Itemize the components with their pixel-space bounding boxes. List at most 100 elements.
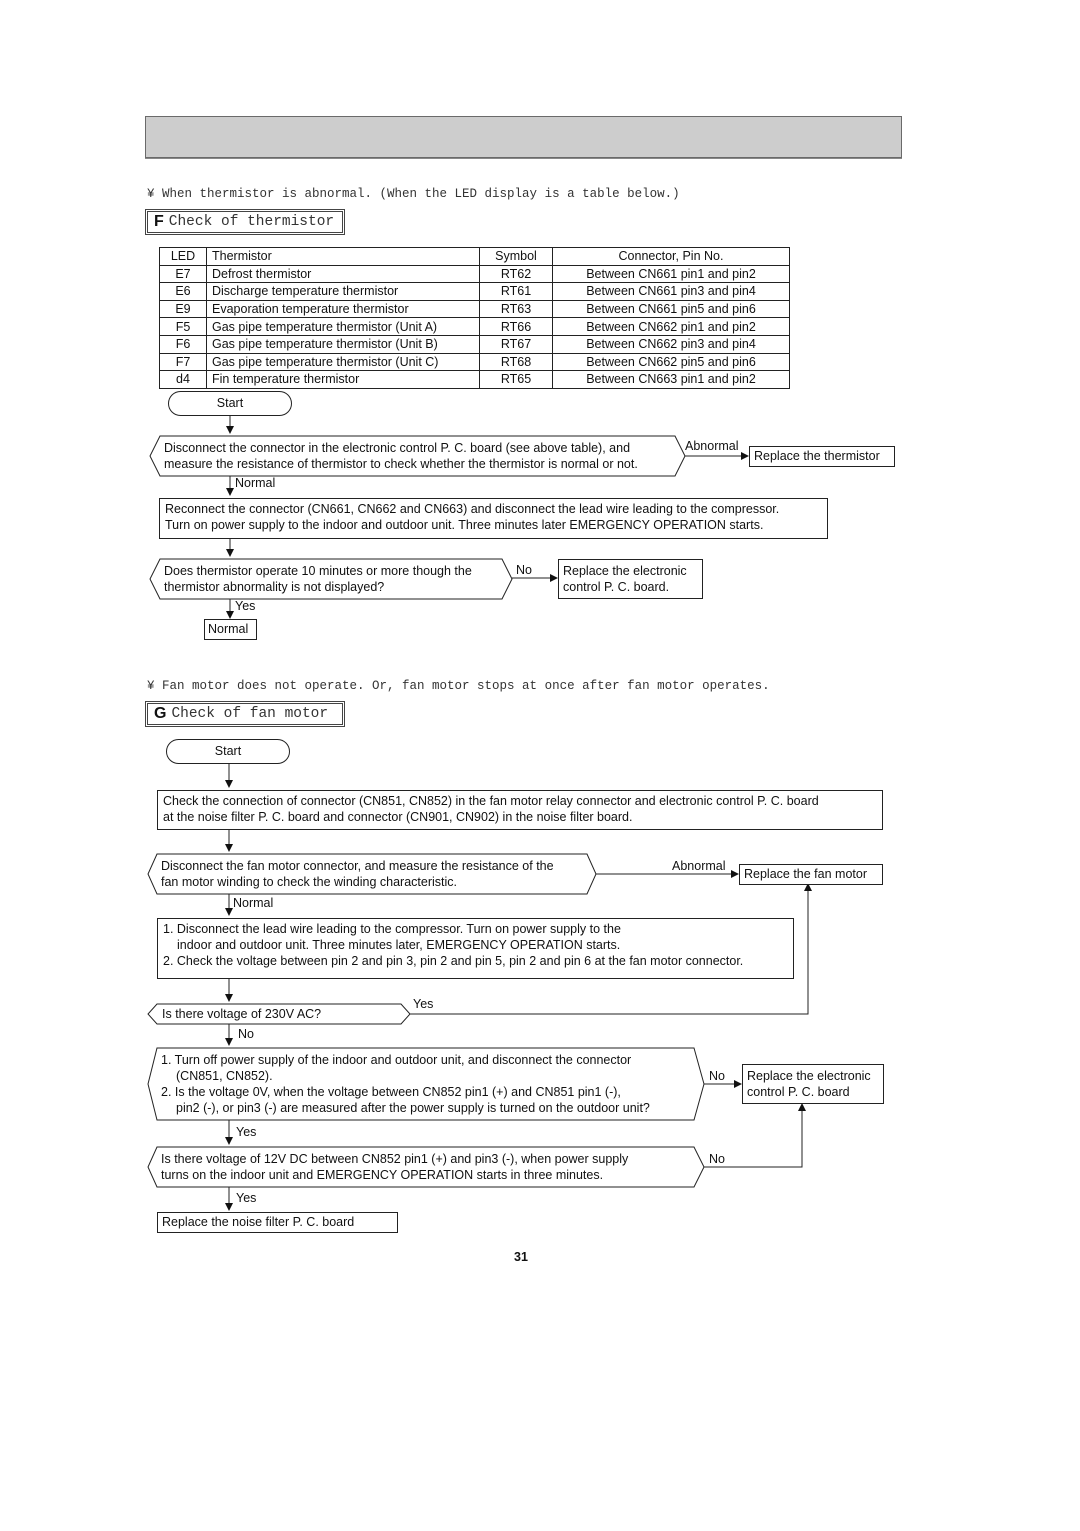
decision-f1-line2: measure the resistance of thermistor to … [164, 457, 638, 471]
cell-thermistor: Gas pipe temperature thermistor (Unit A) [206, 317, 480, 336]
reconnect-step-line1: Reconnect the connector (CN661, CN662 an… [165, 502, 780, 516]
decision-g3-text: 1. Turn off power supply of the indoor a… [161, 1052, 650, 1116]
table-header-row: LED Thermistor Symbol Connector, Pin No. [159, 247, 790, 266]
cell-connector: Between CN662 pin1 and pin2 [552, 317, 790, 336]
cell-connector: Between CN662 pin3 and pin4 [552, 335, 790, 354]
yes-label-g3: Yes [236, 1191, 257, 1205]
check-connection-line1: Check the connection of connector (CN851… [163, 794, 819, 808]
no-label-f: No [516, 563, 532, 577]
replace-board-box-g: Replace the electronic control P. C. boa… [742, 1064, 884, 1104]
replace-board-f-line1: Replace the electronic [563, 564, 687, 578]
table-row: E9 Evaporation temperature thermistor RT… [159, 300, 790, 318]
cell-led: d4 [159, 370, 207, 389]
reconnect-step-line2: Turn on power supply to the indoor and o… [165, 518, 764, 532]
cell-led: E7 [159, 265, 207, 283]
thermistor-table: LED Thermistor Symbol Connector, Pin No.… [159, 247, 790, 389]
start-terminal-f: Start [168, 391, 292, 416]
cell-thermistor: Defrost thermistor [206, 265, 480, 283]
abnormal-label-f: Abnormal [685, 439, 739, 453]
cell-led: F7 [159, 353, 207, 371]
decision-g4-line2: turns on the indoor unit and EMERGENCY O… [161, 1168, 604, 1182]
cell-thermistor: Gas pipe temperature thermistor (Unit C) [206, 353, 480, 371]
table-row: E7 Defrost thermistor RT62 Between CN661… [159, 265, 790, 283]
header-thermistor: Thermistor [206, 247, 480, 266]
decision-g1-text: Disconnect the fan motor connector, and … [161, 858, 554, 890]
section-f-letter: F [154, 213, 164, 230]
replace-board-f-line2: control P. C. board. [563, 580, 670, 594]
decision-f2-line1: Does thermistor operate 10 minutes or mo… [164, 564, 472, 578]
decision-g3-line3: 2. Is the voltage 0V, when the voltage b… [161, 1085, 621, 1099]
decision-g3-line4: pin2 (-), or pin3 (-) are measured after… [176, 1101, 650, 1115]
header-symbol: Symbol [479, 247, 553, 266]
header-connector: Connector, Pin No. [552, 247, 790, 266]
voltage-check-line1: 1. Disconnect the lead wire leading to t… [163, 922, 621, 936]
start-terminal-g: Start [166, 739, 290, 764]
section-g-letter: G [154, 705, 167, 722]
cell-symbol: RT66 [479, 317, 553, 336]
decision-f2-line2: thermistor abnormality is not displayed? [164, 580, 385, 594]
decision-g1-line1: Disconnect the fan motor connector, and … [161, 859, 554, 873]
header-led: LED [159, 247, 207, 266]
cell-connector: Between CN661 pin5 and pin6 [552, 300, 790, 318]
cell-symbol: RT62 [479, 265, 553, 283]
decision-g2-text: Is there voltage of 230V AC? [162, 1007, 322, 1021]
table-row: E6 Discharge temperature thermistor RT61… [159, 282, 790, 301]
section-g-title-text: Check of fan motor [171, 706, 329, 722]
table-row: F6 Gas pipe temperature thermistor (Unit… [159, 335, 790, 354]
decision-g4-line1: Is there voltage of 12V DC between CN852… [161, 1152, 629, 1166]
cell-connector: Between CN662 pin5 and pin6 [552, 353, 790, 371]
cell-symbol: RT68 [479, 353, 553, 371]
reconnect-step-box: Reconnect the connector (CN661, CN662 an… [159, 498, 828, 539]
replace-board-box-f: Replace the electronic control P. C. boa… [558, 559, 703, 599]
cell-led: E6 [159, 282, 207, 301]
table-row: F5 Gas pipe temperature thermistor (Unit… [159, 317, 790, 336]
normal-result-box: Normal [204, 619, 257, 640]
table-row: d4 Fin temperature thermistor RT65 Betwe… [159, 370, 790, 389]
section-g-title: G Check of fan motor [145, 701, 345, 727]
cell-symbol: RT63 [479, 300, 553, 318]
check-connection-line2: at the noise filter P. C. board and conn… [163, 810, 633, 824]
table-row: F7 Gas pipe temperature thermistor (Unit… [159, 353, 790, 371]
cell-led: F5 [159, 317, 207, 336]
normal-label-f: Normal [235, 476, 276, 490]
normal-label-g: Normal [233, 896, 274, 910]
page-number: 31 [514, 1250, 528, 1264]
cell-led: E9 [159, 300, 207, 318]
cell-symbol: RT65 [479, 370, 553, 389]
yes-label-g2: Yes [236, 1125, 257, 1139]
decision-g4-text: Is there voltage of 12V DC between CN852… [161, 1151, 628, 1183]
no-label-g2: No [709, 1069, 725, 1083]
cell-symbol: RT67 [479, 335, 553, 354]
decision-f1-text: Disconnect the connector in the electron… [164, 440, 638, 472]
replace-board-g-line1: Replace the electronic [747, 1069, 871, 1083]
decision-g3-line2: (CN851, CN852). [176, 1069, 273, 1083]
voltage-check-line2: indoor and outdoor unit. Three minutes l… [177, 938, 621, 952]
voltage-check-line3: 2. Check the voltage between pin 2 and p… [163, 954, 744, 968]
decision-g3-line1: 1. Turn off power supply of the indoor a… [161, 1053, 632, 1067]
cell-thermistor: Evaporation temperature thermistor [206, 300, 480, 318]
decision-f2-text: Does thermistor operate 10 minutes or mo… [164, 563, 472, 595]
section-g-note: ¥ Fan motor does not operate. Or, fan mo… [147, 679, 770, 693]
section-f-note: ¥ When thermistor is abnormal. (When the… [147, 187, 680, 201]
replace-board-g-line2: control P. C. board [747, 1085, 850, 1099]
cell-symbol: RT61 [479, 282, 553, 301]
decision-f1-line1: Disconnect the connector in the electron… [164, 441, 631, 455]
replace-thermistor-box: Replace the thermistor [749, 446, 895, 467]
cell-connector: Between CN663 pin1 and pin2 [552, 370, 790, 389]
abnormal-label-g: Abnormal [672, 859, 726, 873]
no-label-g3: No [709, 1152, 725, 1166]
cell-thermistor: Gas pipe temperature thermistor (Unit B) [206, 335, 480, 354]
cell-led: F6 [159, 335, 207, 354]
cell-thermistor: Discharge temperature thermistor [206, 282, 480, 301]
replace-fan-motor-box: Replace the fan motor [739, 864, 883, 885]
voltage-check-box: 1. Disconnect the lead wire leading to t… [157, 918, 794, 979]
cell-thermistor: Fin temperature thermistor [206, 370, 480, 389]
no-label-g1: No [238, 1027, 254, 1041]
replace-noise-filter-box: Replace the noise filter P. C. board [157, 1212, 398, 1233]
yes-label-g1: Yes [413, 997, 434, 1011]
decision-g1-line2: fan motor winding to check the winding c… [161, 875, 457, 889]
cell-connector: Between CN661 pin3 and pin4 [552, 282, 790, 301]
section-f-title: F Check of thermistor [145, 209, 345, 235]
section-f-title-text: Check of thermistor [168, 214, 335, 230]
cell-connector: Between CN661 pin1 and pin2 [552, 265, 790, 283]
